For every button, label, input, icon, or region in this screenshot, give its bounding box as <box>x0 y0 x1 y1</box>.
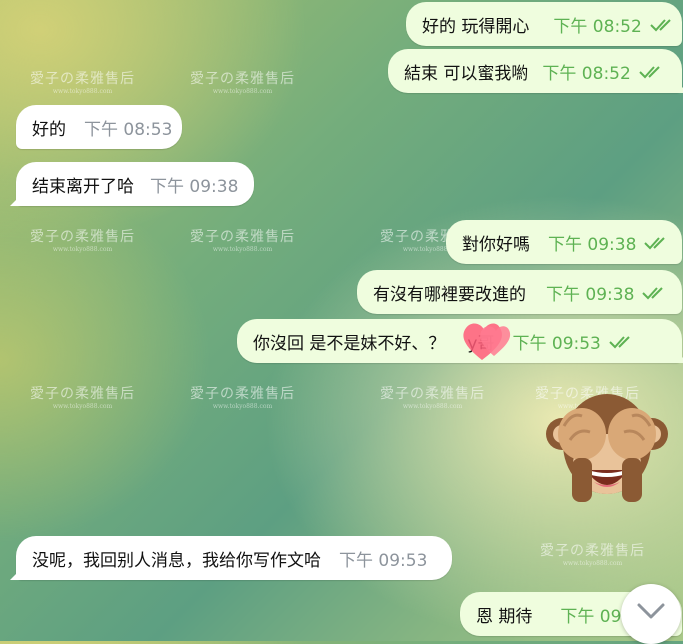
message-time: 下午 08:52 <box>553 16 642 37</box>
message-time: 下午 08:53 <box>84 119 173 140</box>
double-check-icon <box>642 287 664 300</box>
message-text: 結束 可以蜜我喲 <box>404 63 529 84</box>
message-text: 没呢，我回别人消息，我给你写作文哈 <box>32 550 321 571</box>
heart-sticker-icon <box>463 323 511 360</box>
watermark: 愛子の柔雅售后www.tokyo888.com <box>380 386 485 410</box>
watermark: 愛子の柔雅售后www.tokyo888.com <box>30 71 135 95</box>
watermark: 愛子の柔雅售后www.tokyo888.com <box>30 229 135 253</box>
monkey-sticker[interactable] <box>542 382 672 512</box>
chevron-down-icon <box>637 603 665 619</box>
message-time: 下午 09:38 <box>546 284 635 305</box>
message-text: 好的 玩得開心 <box>422 16 530 37</box>
message-text: 對你好嗎 <box>462 234 530 255</box>
scroll-down-button[interactable] <box>621 584 681 644</box>
message-outgoing[interactable]: 結束 可以蜜我喲 下午 08:52 <box>388 49 683 93</box>
watermark: 愛子の柔雅售后www.tokyo888.com <box>540 543 645 567</box>
message-time: 下午 08:52 <box>542 63 631 84</box>
message-time: 下午 09:53 <box>512 333 601 354</box>
message-time: 下午 09:53 <box>339 550 428 571</box>
watermark: 愛子の柔雅售后www.tokyo888.com <box>190 386 295 410</box>
watermark: 愛子の柔雅售后www.tokyo888.com <box>30 386 135 410</box>
message-text: 好的 <box>32 119 66 140</box>
double-check-icon <box>644 237 666 250</box>
message-incoming[interactable]: 结束离开了哈 下午 09:38 <box>10 162 254 206</box>
message-incoming[interactable]: 好的 下午 08:53 <box>16 105 182 149</box>
message-outgoing[interactable]: 好的 玩得開心 下午 08:52 <box>406 2 682 46</box>
message-outgoing[interactable]: 有沒有哪裡要改進的 下午 09:38 <box>357 270 682 314</box>
double-check-icon <box>639 66 660 79</box>
message-text: 恩 期待 <box>476 606 533 627</box>
message-outgoing[interactable]: 對你好嗎 下午 09:38 <box>446 220 682 264</box>
message-text: 有沒有哪裡要改進的 <box>373 284 526 305</box>
message-text: 结束离开了哈 <box>32 176 134 197</box>
watermark: 愛子の柔雅售后www.tokyo888.com <box>190 71 295 95</box>
double-check-icon <box>650 19 671 32</box>
double-check-icon <box>609 336 630 349</box>
message-time: 下午 09:38 <box>548 234 637 255</box>
message-incoming[interactable]: 没呢，我回别人消息，我给你写作文哈 下午 09:53 <box>10 536 452 580</box>
message-text: 你沒回 是不是妹不好、？ <box>253 333 446 354</box>
message-time: 下午 09:38 <box>150 176 239 197</box>
watermark: 愛子の柔雅售后www.tokyo888.com <box>190 229 295 253</box>
